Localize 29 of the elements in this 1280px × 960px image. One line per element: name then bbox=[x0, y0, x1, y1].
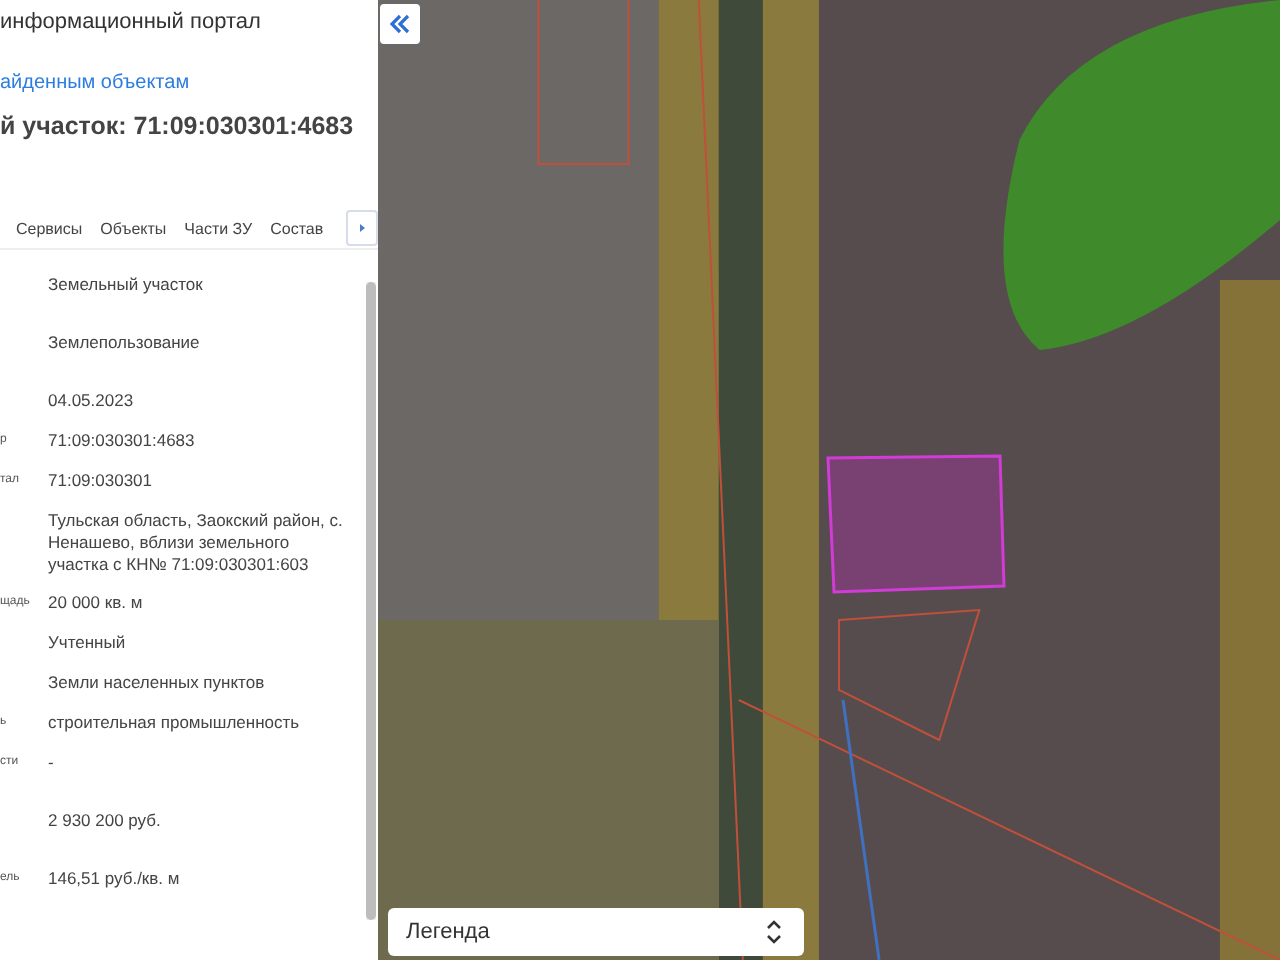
collapse-panel-button[interactable] bbox=[380, 4, 420, 44]
property-value: Тульская область, Заокский район, с. Ненашево, вблизи земельного участка с КН№ 71:09:030301:603 bbox=[48, 510, 345, 576]
parcel-title: й участок: 71:09:030301:4683 bbox=[0, 110, 354, 142]
scrollbar[interactable] bbox=[366, 282, 376, 920]
next-tabs-button[interactable] bbox=[346, 210, 378, 246]
property-value: 71:09:030301:4683 bbox=[48, 430, 197, 454]
legend-dropdown[interactable]: Легенда bbox=[388, 908, 804, 956]
property-value: строительная промышленность bbox=[48, 712, 302, 736]
property-value: 04.05.2023 bbox=[48, 390, 136, 414]
portal-title: информационный портал bbox=[0, 8, 261, 36]
property-value: Земли населенных пунктов bbox=[48, 672, 267, 696]
property-value: 146,51 руб./кв. м bbox=[48, 868, 182, 892]
property-value: 20 000 кв. м bbox=[48, 592, 145, 616]
property-value: Землепользование bbox=[48, 332, 202, 356]
property-value: Учтенный bbox=[48, 632, 128, 656]
tab[interactable]: Состав bbox=[270, 219, 324, 237]
property-value: 2 930 200 руб. bbox=[48, 810, 163, 834]
double-chevron-left-icon bbox=[390, 14, 410, 34]
chevron-right-icon bbox=[356, 222, 368, 234]
property-value: - bbox=[48, 752, 56, 776]
tab[interactable]: Части ЗУ bbox=[184, 219, 253, 237]
tab[interactable]: Объекты bbox=[100, 219, 167, 237]
selected-parcel-outline[interactable] bbox=[826, 454, 1006, 594]
property-value: Земельный участок bbox=[48, 274, 205, 298]
property-value: 71:09:030301 bbox=[48, 470, 154, 494]
legend-label: Легенда bbox=[406, 920, 490, 944]
tab[interactable]: Сервисы bbox=[16, 219, 83, 237]
up-down-caret-icon bbox=[766, 920, 782, 944]
back-link[interactable]: айденным объектам bbox=[0, 70, 190, 96]
